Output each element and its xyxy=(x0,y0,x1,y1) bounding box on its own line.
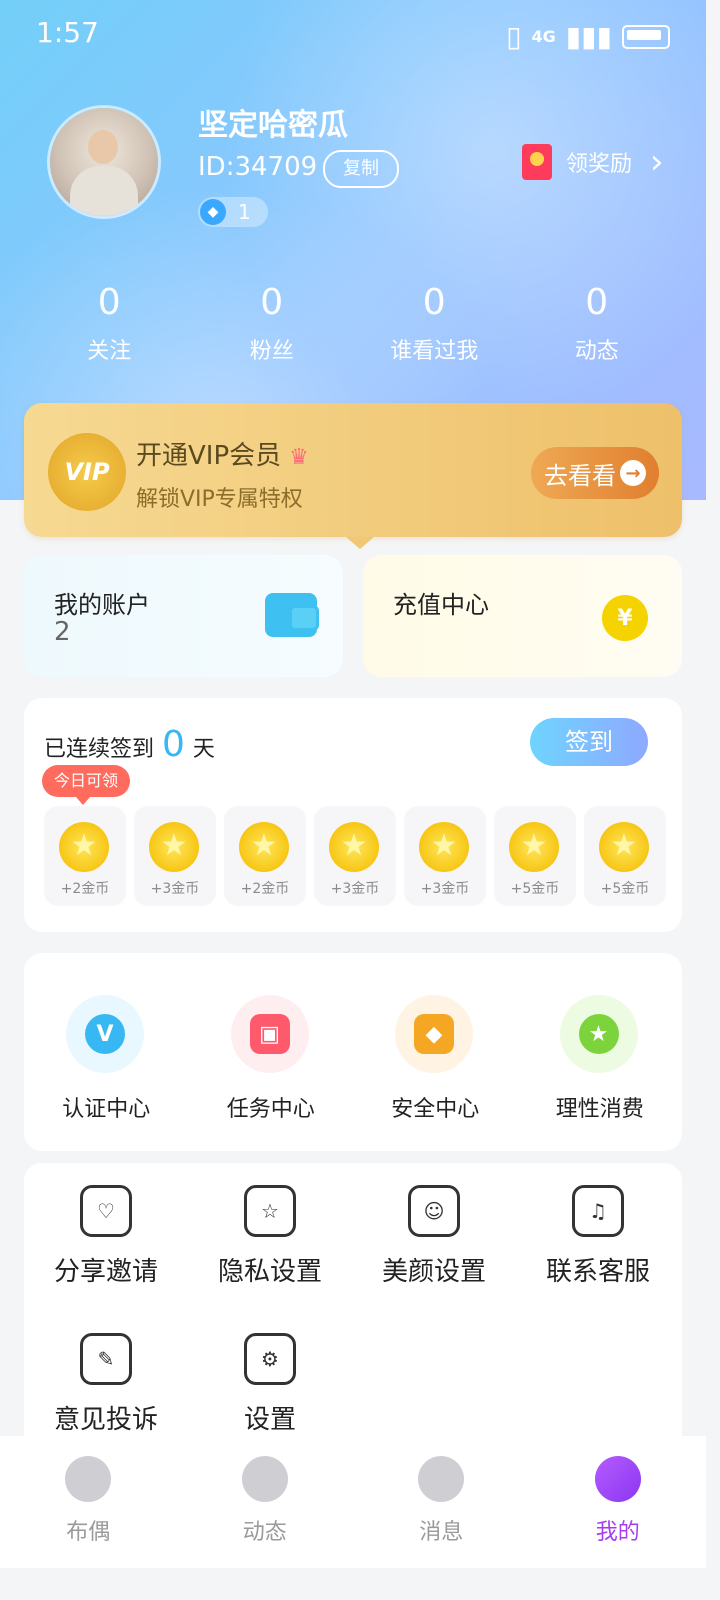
network-label: 4G xyxy=(531,27,556,46)
signin-button[interactable]: 签到 xyxy=(530,718,648,766)
battery-icon xyxy=(622,24,670,49)
settings-gear-icon: ⚙ xyxy=(244,1333,296,1385)
recharge-center-card[interactable]: 充值中心 ¥ xyxy=(363,555,682,677)
signin-days: 0 xyxy=(162,724,185,765)
wallet-icon xyxy=(265,593,319,637)
claim-reward-button[interactable]: 领奖励 › xyxy=(522,142,664,182)
stat-posts[interactable]: 0 动态 xyxy=(516,282,679,365)
beauty-face-icon: ☺ xyxy=(408,1185,460,1237)
copy-id-button[interactable]: 复制 xyxy=(323,150,399,188)
vip-view-button[interactable]: 去看看 → xyxy=(531,447,659,499)
planet-icon xyxy=(241,1456,288,1502)
feature-grid: V 认证中心 ▣ 任务中心 ◆ 安全中心 ★ 理性消费 xyxy=(24,953,682,1151)
shield-icon: ◆ xyxy=(414,1014,454,1054)
feature-security-center[interactable]: ◆ 安全中心 xyxy=(353,953,518,1151)
vibrate-icon: ▯ xyxy=(506,20,522,53)
signin-prefix: 已连续签到 xyxy=(44,737,155,762)
vip-badge-icon: VIP xyxy=(48,433,126,511)
coin-icon xyxy=(599,822,649,872)
signin-day-7[interactable]: +5金币 xyxy=(584,806,666,906)
signin-day-6[interactable]: +5金币 xyxy=(494,806,576,906)
coin-icon xyxy=(59,822,109,872)
stat-following[interactable]: 0 关注 xyxy=(28,282,191,365)
diamond-icon: ◆ xyxy=(200,199,226,225)
vip-banner[interactable]: VIP 开通VIP会员 ♛ 解锁VIP专属特权 去看看 → xyxy=(24,403,682,549)
red-packet-icon xyxy=(522,144,552,180)
nickname: 坚定哈密瓜 xyxy=(198,108,348,143)
signin-day-5[interactable]: +3金币 xyxy=(404,806,486,906)
signin-day-3[interactable]: +2金币 xyxy=(224,806,306,906)
coin-icon xyxy=(329,822,379,872)
feature-rational-spending[interactable]: ★ 理性消费 xyxy=(518,953,683,1151)
tool-customer-service[interactable]: ♫ 联系客服 xyxy=(516,1163,680,1288)
verified-icon: V xyxy=(85,1014,125,1054)
share-home-icon: ♡ xyxy=(80,1185,132,1237)
tab-moments[interactable]: 动态 xyxy=(177,1436,354,1568)
profile-stats: 0 关注 0 粉丝 0 谁看过我 0 动态 xyxy=(28,282,678,365)
daily-signin-card: 已连续签到 0 天 签到 今日可领 +2金币 +3金币 +2金币 +3金币 +3… xyxy=(24,698,682,932)
gem-count: 1 xyxy=(238,200,251,224)
recharge-title: 充值中心 xyxy=(393,591,489,619)
headset-icon: ♫ xyxy=(572,1185,624,1237)
gift-icon: ▣ xyxy=(249,1014,290,1054)
tool-share-invite[interactable]: ♡ 分享邀请 xyxy=(24,1163,188,1288)
gem-badge: ◆ 1 xyxy=(198,197,268,227)
home-icon xyxy=(65,1456,112,1502)
yuan-coin-icon: ¥ xyxy=(602,595,648,641)
chevron-right-icon: › xyxy=(650,142,664,182)
stat-fans[interactable]: 0 粉丝 xyxy=(191,282,354,365)
reward-label: 领奖励 xyxy=(566,152,633,177)
crown-icon: ♛ xyxy=(289,445,309,470)
feature-verify-center[interactable]: V 认证中心 xyxy=(24,953,189,1151)
star-icon: ★ xyxy=(578,1014,619,1054)
tab-home[interactable]: 布偶 xyxy=(0,1436,177,1568)
privacy-star-icon: ☆ xyxy=(244,1185,296,1237)
bottom-tab-bar: 布偶 动态 消息 我的 xyxy=(0,1436,706,1568)
coin-icon xyxy=(149,822,199,872)
tool-feedback[interactable]: ✎ 意见投诉 xyxy=(24,1311,188,1436)
signin-day-4[interactable]: +3金币 xyxy=(314,806,396,906)
user-id: ID:34709 xyxy=(198,152,318,182)
my-account-card[interactable]: 我的账户 2 xyxy=(24,555,343,677)
vip-title: 开通VIP会员 xyxy=(136,441,282,471)
signin-day-2[interactable]: +3金币 xyxy=(134,806,216,906)
tab-messages[interactable]: 消息 xyxy=(353,1436,530,1568)
tool-beauty-settings[interactable]: ☺ 美颜设置 xyxy=(352,1163,516,1288)
account-title: 我的账户 xyxy=(54,591,150,619)
message-icon xyxy=(418,1456,465,1502)
stat-visitors[interactable]: 0 谁看过我 xyxy=(353,282,516,365)
avatar[interactable] xyxy=(50,108,158,216)
signal-icon: ▮▮▮ xyxy=(565,20,612,53)
status-bar: 1:57 ▯ 4G ▮▮▮ xyxy=(36,16,670,53)
tab-mine[interactable]: 我的 xyxy=(530,1436,707,1568)
signin-day-1[interactable]: +2金币 xyxy=(44,806,126,906)
coin-icon xyxy=(509,822,559,872)
today-claimable-tag: 今日可领 xyxy=(42,765,131,805)
account-balance: 2 xyxy=(54,617,71,647)
signin-rewards: +2金币 +3金币 +2金币 +3金币 +3金币 +5金币 +5金币 xyxy=(44,806,666,906)
status-time: 1:57 xyxy=(36,16,99,49)
arrow-right-icon: → xyxy=(620,460,646,486)
tool-privacy-settings[interactable]: ☆ 隐私设置 xyxy=(188,1163,352,1288)
tools-grid: ♡ 分享邀请 ☆ 隐私设置 ☺ 美颜设置 ♫ 联系客服 ✎ 意见投诉 ⚙ 设置 xyxy=(24,1163,682,1453)
feature-task-center[interactable]: ▣ 任务中心 xyxy=(189,953,354,1151)
profile-icon xyxy=(594,1456,641,1502)
tool-settings[interactable]: ⚙ 设置 xyxy=(188,1311,352,1436)
feedback-icon: ✎ xyxy=(80,1333,132,1385)
vip-subtitle: 解锁VIP专属特权 xyxy=(136,487,303,512)
coin-icon xyxy=(419,822,469,872)
coin-icon xyxy=(239,822,289,872)
signin-suffix: 天 xyxy=(192,737,215,762)
